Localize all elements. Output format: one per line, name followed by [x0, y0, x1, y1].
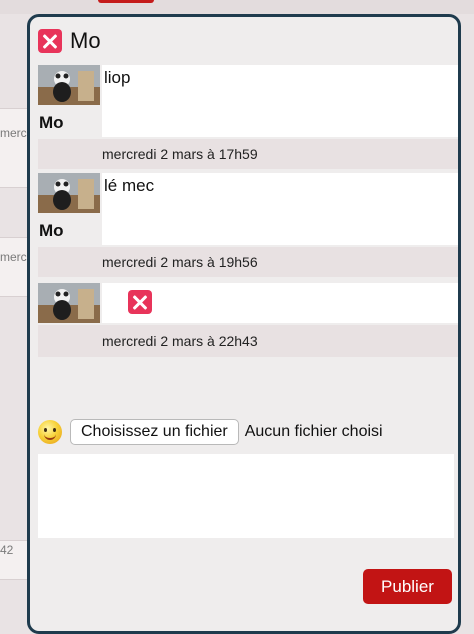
chat-title: Mo	[70, 28, 101, 53]
message-author: Mo	[39, 221, 64, 240]
chat-window: Mo Mo liop mercredi 2 mars à 17h59 Mo lé…	[27, 14, 461, 634]
delete-message-icon[interactable]	[128, 290, 152, 314]
background-snippet: 42	[0, 543, 14, 557]
message-date-text: mercredi 2 mars à 17h59	[102, 146, 258, 162]
message-input[interactable]	[38, 454, 454, 538]
message-text: lé mec	[102, 173, 458, 245]
background-card	[0, 237, 30, 297]
message-date-text: mercredi 2 mars à 19h56	[102, 254, 258, 270]
message: Mo lé mec mercredi 2 mars à 19h56	[38, 173, 458, 277]
avatar	[38, 173, 100, 213]
smiley-icon[interactable]	[38, 420, 62, 444]
publish-button[interactable]: Publier	[363, 569, 452, 604]
message-date: mercredi 2 mars à 17h59	[38, 139, 458, 169]
message: Mo mercredi 2 mars à 22h43	[38, 283, 458, 359]
background-card	[0, 108, 30, 188]
message-date: mercredi 2 mars à 19h56	[38, 247, 458, 277]
close-chat-icon[interactable]	[38, 29, 62, 53]
message: Mo liop mercredi 2 mars à 17h59	[38, 65, 458, 169]
background-snippet: mercredi	[0, 250, 28, 264]
background-snippet: mercredi	[0, 126, 28, 140]
avatar	[38, 283, 100, 323]
avatar	[38, 65, 100, 105]
message-date: mercredi 2 mars à 22h43	[38, 325, 458, 357]
chat-header: Mo	[38, 27, 101, 55]
background-red-tab	[98, 0, 154, 3]
message-date-text: mercredi 2 mars à 22h43	[102, 333, 258, 349]
message-author: Mo	[39, 113, 64, 132]
message-text: liop	[102, 65, 458, 137]
choose-file-button[interactable]: Choisissez un fichier	[70, 419, 239, 445]
background-top-bar	[0, 0, 474, 14]
message-text	[102, 283, 458, 323]
file-status: Aucun fichier choisi	[244, 423, 383, 440]
attachment-row: Choisissez un fichier Aucun fichier choi…	[38, 419, 383, 445]
